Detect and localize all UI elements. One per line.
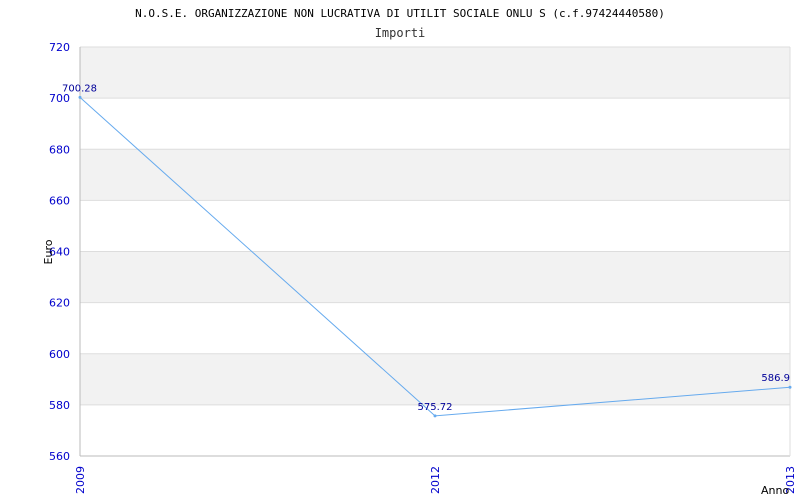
data-point (433, 414, 437, 418)
chart-title: N.O.S.E. ORGANIZZAZIONE NON LUCRATIVA DI… (135, 7, 665, 20)
y-tick-label: 600 (49, 348, 70, 361)
background-band (80, 47, 790, 99)
y-tick-label: 580 (49, 399, 70, 412)
background-band (80, 200, 790, 252)
x-axis-label: Anno (761, 484, 789, 497)
y-tick-label: 560 (49, 450, 70, 463)
background-band (80, 98, 790, 150)
x-tick-label: 2009 (74, 466, 87, 494)
line-chart: N.O.S.E. ORGANIZZAZIONE NON LUCRATIVA DI… (42, 7, 797, 497)
data-label: 700.28 (62, 83, 97, 94)
data-point (788, 385, 792, 389)
background-band (80, 302, 790, 354)
y-tick-label: 680 (49, 143, 70, 156)
x-tick-label: 2012 (429, 466, 442, 494)
y-tick-label: 720 (49, 41, 70, 54)
chart-subtitle: Importi (375, 26, 426, 40)
data-label: 586.9 (761, 373, 790, 384)
data-label: 575.72 (418, 402, 453, 413)
data-point (78, 95, 82, 99)
background-band (80, 251, 790, 303)
y-tick-label: 620 (49, 297, 70, 310)
background-band (80, 353, 790, 405)
x-tick-labels: 2009 2012 2013 (74, 466, 797, 494)
y-axis-label: Euro (42, 239, 55, 264)
y-tick-label: 660 (49, 194, 70, 207)
